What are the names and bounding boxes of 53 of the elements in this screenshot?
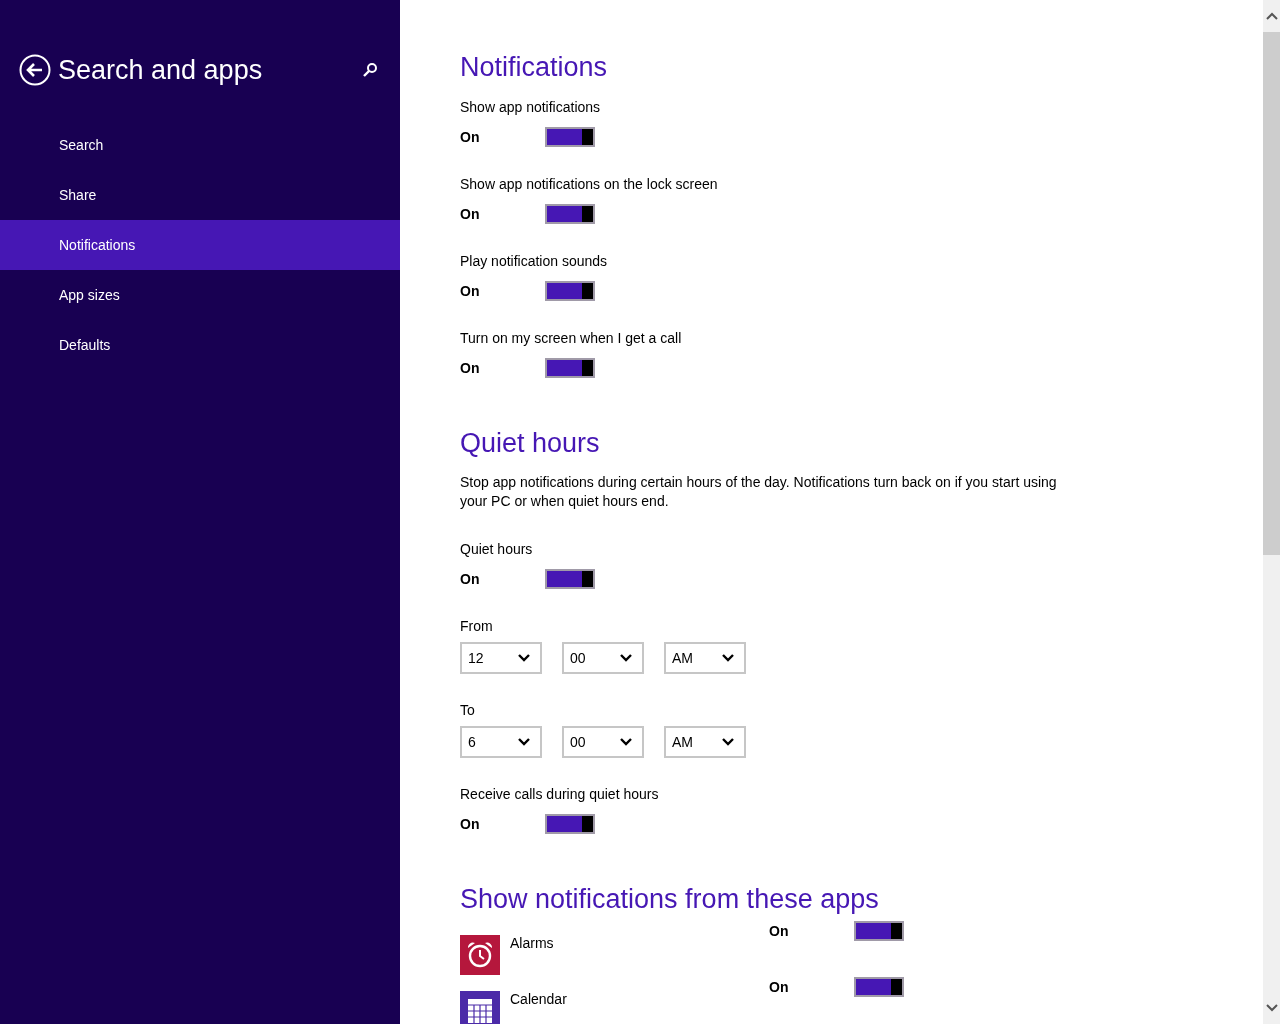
toggle-switch[interactable] <box>545 569 595 589</box>
app-name: Alarms <box>510 935 555 951</box>
time-dropdown[interactable]: 12 <box>460 642 542 674</box>
toggle-switch[interactable] <box>854 921 904 941</box>
toggle-state: On <box>460 129 481 145</box>
app-name: Calendar <box>510 991 568 1007</box>
setting-label: Receive calls during quiet hours <box>460 785 660 804</box>
time-dropdown[interactable]: 00 <box>562 726 644 758</box>
toggle-switch[interactable] <box>545 127 595 147</box>
sidebar-item[interactable]: Notifications <box>0 220 400 270</box>
sidebar-item[interactable]: Search <box>0 120 400 170</box>
toggle-state: On <box>460 571 481 587</box>
chevron-icon <box>620 654 632 662</box>
setting-label: Quiet hours <box>460 540 534 559</box>
setting-label: Play notification sounds <box>460 252 609 271</box>
toggle-switch[interactable] <box>854 977 904 997</box>
section-heading: Show notifications from these apps <box>460 884 880 915</box>
scroll-up-icon[interactable] <box>1265 12 1278 20</box>
sidebar-item[interactable]: Share <box>0 170 400 220</box>
toggle-state: On <box>460 283 481 299</box>
toggle-switch[interactable] <box>545 358 595 378</box>
scrollbar[interactable] <box>1263 0 1280 1024</box>
chevron-icon <box>722 654 734 662</box>
section-heading: Quiet hours <box>460 428 601 459</box>
sidebar-item[interactable]: Defaults <box>0 320 400 370</box>
setting-label: Show app notifications <box>460 98 602 117</box>
toggle-switch[interactable] <box>545 204 595 224</box>
search-icon[interactable] <box>362 62 378 78</box>
time-dropdown[interactable]: AM <box>664 642 746 674</box>
setting-label: From <box>460 617 494 636</box>
toggle-state: On <box>769 979 790 995</box>
toggle-switch[interactable] <box>545 281 595 301</box>
description-text: Stop app notifications during certain hours of the day. Notifications turn back on if you start using your PC or when quiet hours end. <box>460 473 1058 511</box>
time-dropdown[interactable]: 6 <box>460 726 542 758</box>
toggle-state: On <box>460 816 481 832</box>
time-dropdown[interactable]: AM <box>664 726 746 758</box>
section-heading: Notifications <box>460 52 609 83</box>
chevron-icon <box>518 738 530 746</box>
chevron-icon <box>722 738 734 746</box>
scrollbar-thumb[interactable] <box>1263 32 1280 555</box>
scroll-down-icon[interactable] <box>1265 1004 1278 1012</box>
toggle-switch[interactable] <box>545 814 595 834</box>
toggle-state: On <box>769 923 790 939</box>
toggle-state: On <box>460 360 481 376</box>
page-title: Search and apps <box>58 54 264 86</box>
time-dropdown[interactable]: 00 <box>562 642 644 674</box>
setting-label: Show app notifications on the lock screen <box>460 175 719 194</box>
setting-label: Turn on my screen when I get a call <box>460 329 683 348</box>
setting-label: To <box>460 701 476 720</box>
chevron-icon <box>620 738 632 746</box>
chevron-icon <box>518 654 530 662</box>
toggle-state: On <box>460 206 481 222</box>
sidebar-item[interactable]: App sizes <box>0 270 400 320</box>
